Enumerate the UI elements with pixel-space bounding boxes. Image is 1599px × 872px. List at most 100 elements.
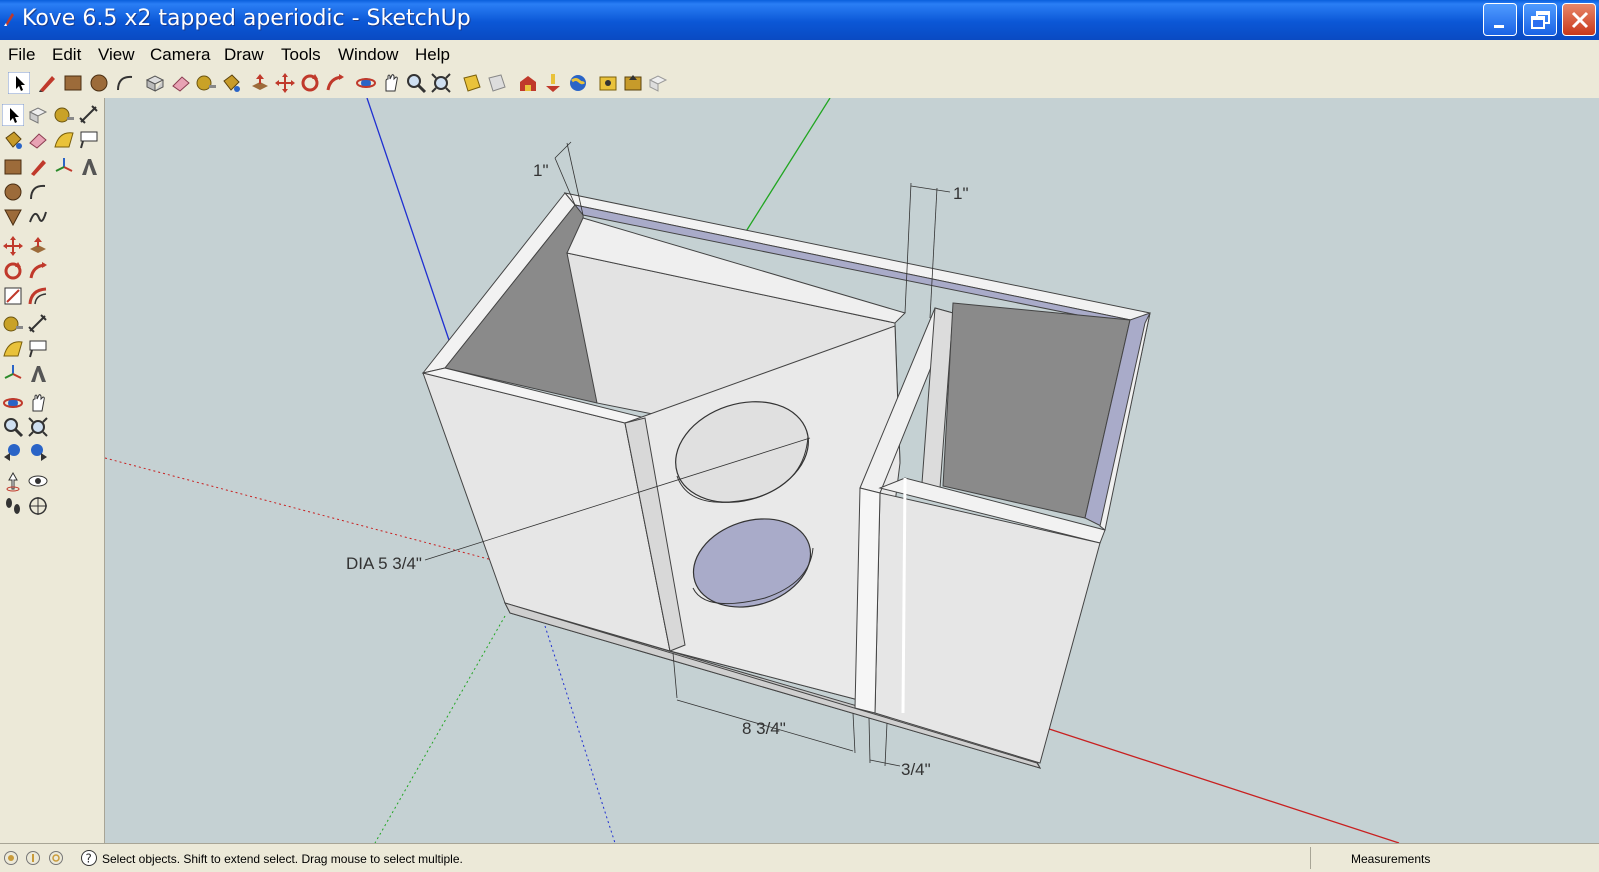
enclosure-model[interactable] [421, 192, 1151, 769]
zoom-extents-icon[interactable] [430, 72, 452, 94]
close-button[interactable] [1562, 3, 1596, 36]
menu-bar: File Edit View Camera Draw Tools Window … [0, 40, 1599, 68]
main-toolbar [0, 68, 1599, 99]
pan-icon[interactable] [27, 392, 49, 414]
circle-icon[interactable] [2, 181, 24, 203]
drawing-viewport[interactable]: 1" 1" DIA 5 3/4" 8 3/4" 3/4" [105, 98, 1599, 843]
section-plane-icon[interactable] [27, 495, 49, 517]
component-icon[interactable] [597, 72, 619, 94]
rotate-icon[interactable] [299, 72, 321, 94]
paint-bucket-icon[interactable] [220, 72, 242, 94]
make-component-icon[interactable] [144, 72, 166, 94]
freehand-icon[interactable] [27, 206, 49, 228]
tape-measure-icon[interactable] [195, 72, 217, 94]
pencil-icon[interactable] [36, 72, 58, 94]
3d-text-icon[interactable] [27, 363, 49, 385]
menu-view[interactable]: View [98, 45, 135, 65]
measurements-box[interactable]: Measurements [1310, 847, 1599, 869]
display-section-icon[interactable] [486, 72, 508, 94]
arc-icon[interactable] [27, 181, 49, 203]
eraser-icon[interactable] [170, 72, 192, 94]
model-canvas[interactable]: 1" 1" DIA 5 3/4" 8 3/4" 3/4" [105, 98, 1599, 843]
restore-icon [1531, 11, 1550, 29]
extension-icon[interactable] [647, 72, 669, 94]
warehouse-icon[interactable] [517, 72, 539, 94]
tape-measure-icon[interactable] [2, 313, 24, 335]
rectangle-icon[interactable] [2, 156, 24, 178]
menu-help[interactable]: Help [415, 45, 450, 65]
position-camera-icon[interactable] [2, 470, 24, 492]
restore-button[interactable] [1523, 3, 1557, 36]
place-model-icon[interactable] [542, 72, 564, 94]
menu-file[interactable]: File [8, 45, 35, 65]
orbit-icon[interactable] [355, 72, 377, 94]
section-plane-icon[interactable] [461, 72, 483, 94]
polygon-icon[interactable] [2, 206, 24, 228]
select-icon[interactable] [2, 104, 24, 126]
credits-icon[interactable] [25, 850, 41, 866]
make-component-icon[interactable] [27, 104, 49, 126]
dimension-icon[interactable] [78, 104, 100, 126]
axes-icon[interactable] [2, 363, 24, 385]
dim-left-wall-thickness: 1" [533, 161, 549, 180]
menu-window[interactable]: Window [338, 45, 398, 65]
blue-axis [366, 98, 451, 344]
dimension-icon[interactable] [27, 313, 49, 335]
move-icon[interactable] [2, 235, 24, 257]
scale-icon[interactable] [2, 285, 24, 307]
dim-chamber-width: 8 3/4" [742, 719, 786, 738]
dim-panel-thickness: 3/4" [901, 760, 931, 779]
zoom-window-icon[interactable] [27, 416, 49, 438]
close-icon [1571, 11, 1589, 29]
protractor-icon[interactable] [2, 338, 24, 360]
paint-bucket-icon[interactable] [2, 129, 24, 151]
follow-me-icon[interactable] [27, 260, 49, 282]
zoom-icon[interactable] [405, 72, 427, 94]
preview-earth-icon[interactable] [567, 72, 589, 94]
line-icon[interactable] [27, 156, 49, 178]
select-icon[interactable] [8, 72, 30, 94]
minimize-button[interactable] [1483, 3, 1517, 36]
share-model-icon[interactable] [622, 72, 644, 94]
axes-icon[interactable] [53, 156, 75, 178]
menu-camera[interactable]: Camera [150, 45, 210, 65]
window-title: Kove 6.5 x2 tapped aperiodic - SketchUp [22, 6, 471, 31]
pan-icon[interactable] [380, 72, 402, 94]
rotate-icon[interactable] [2, 260, 24, 282]
menu-draw[interactable]: Draw [224, 45, 264, 65]
dim-right-wall-thickness: 1" [953, 184, 969, 203]
orbit-icon[interactable] [2, 392, 24, 414]
look-around-icon[interactable] [27, 470, 49, 492]
text-icon[interactable] [78, 129, 100, 151]
eraser-icon[interactable] [27, 129, 49, 151]
title-bar: Kove 6.5 x2 tapped aperiodic - SketchUp [0, 0, 1599, 40]
previous-view-icon[interactable] [2, 441, 24, 463]
blue-axis-dashed [544, 625, 616, 843]
svg-text:?: ? [86, 852, 92, 866]
offset-icon[interactable] [27, 285, 49, 307]
menu-edit[interactable]: Edit [52, 45, 81, 65]
red-axis-dashed [105, 457, 516, 567]
push-pull-icon[interactable] [249, 72, 271, 94]
instructor-help-icon[interactable]: ? [80, 849, 98, 867]
rectangle-icon[interactable] [62, 72, 84, 94]
measurements-label: Measurements [1351, 852, 1431, 866]
sketchup-app-icon[interactable] [3, 11, 15, 27]
dim-driver-diameter: DIA 5 3/4" [346, 554, 422, 573]
protractor-icon[interactable] [53, 129, 75, 151]
tape-measure-icon[interactable] [53, 104, 75, 126]
follow-me-icon[interactable] [324, 72, 346, 94]
green-axis-dashed [374, 615, 506, 843]
next-view-icon[interactable] [27, 441, 49, 463]
walk-icon[interactable] [2, 495, 24, 517]
menu-tools[interactable]: Tools [281, 45, 321, 65]
move-icon[interactable] [274, 72, 296, 94]
3d-text-icon[interactable] [78, 156, 100, 178]
geo-location-icon[interactable] [3, 850, 19, 866]
arc-icon[interactable] [114, 72, 136, 94]
circle-icon[interactable] [88, 72, 110, 94]
push-pull-icon[interactable] [27, 235, 49, 257]
text-icon[interactable] [27, 338, 49, 360]
user-icon[interactable] [48, 850, 64, 866]
zoom-icon[interactable] [2, 416, 24, 438]
